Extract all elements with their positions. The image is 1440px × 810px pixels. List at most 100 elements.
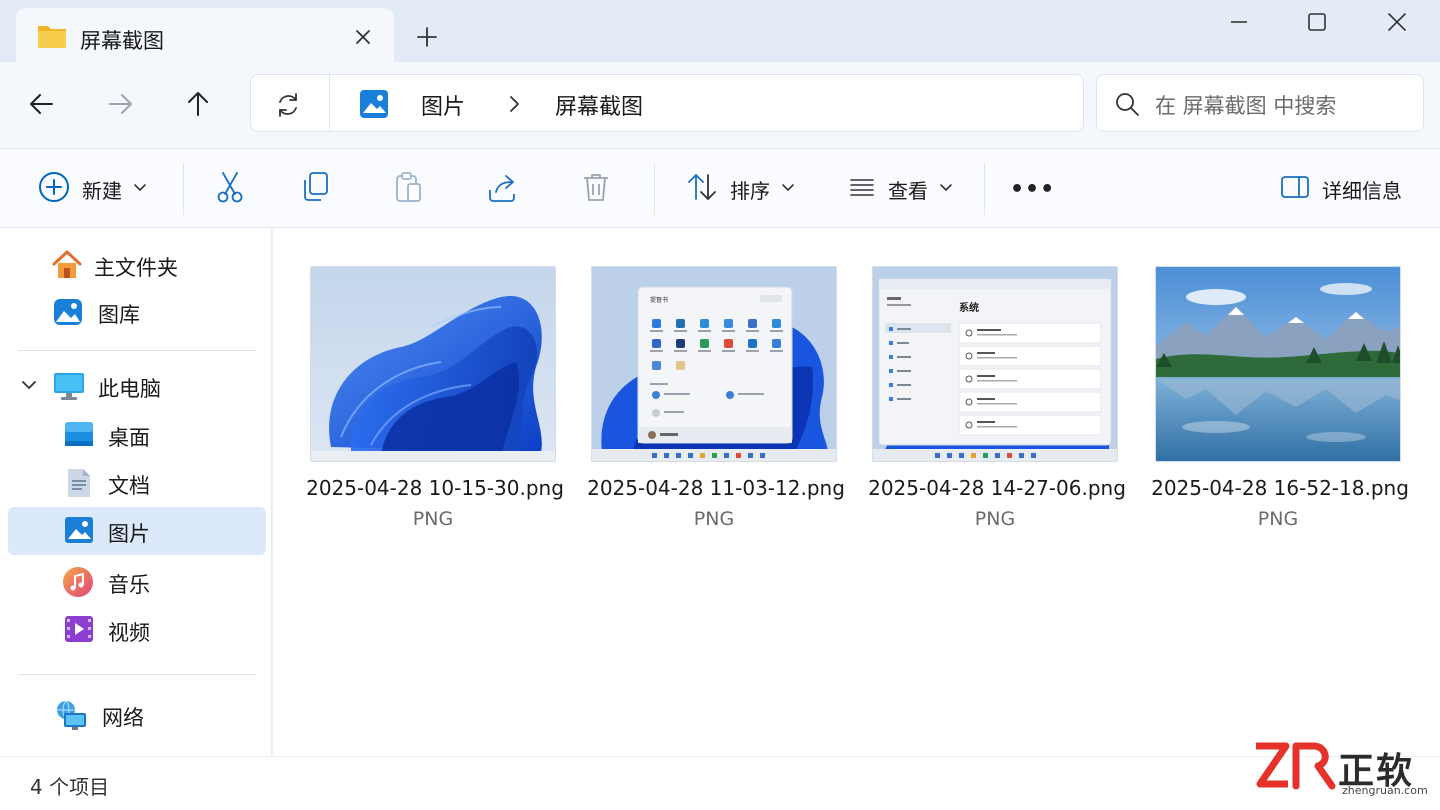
- details-label: 详细信息: [1322, 178, 1402, 203]
- item-count: 4 个项目: [30, 775, 110, 799]
- new-tab-button[interactable]: [410, 20, 444, 54]
- new-label: 新建: [82, 178, 122, 203]
- minimize-button[interactable]: [1204, 8, 1274, 42]
- sidebar-item-label: 桌面: [108, 426, 150, 450]
- breadcrumb-pictures[interactable]: 图片: [421, 89, 465, 121]
- sidebar-divider: [18, 674, 256, 675]
- sidebar-item-home[interactable]: 主文件夹: [8, 241, 266, 289]
- watermark-logo: 正软 zhengruan.com: [1252, 740, 1432, 804]
- new-button[interactable]: 新建: [38, 169, 148, 209]
- forward-button[interactable]: [98, 84, 142, 124]
- sidebar-divider: [18, 350, 256, 351]
- sidebar-item-label: 此电脑: [98, 377, 161, 401]
- cut-button[interactable]: [214, 169, 246, 209]
- delete-button[interactable]: [580, 169, 612, 209]
- file-name: 2025-04-28 11-03-12.png: [587, 476, 845, 500]
- chevron-down-icon: [780, 179, 796, 199]
- sidebar-item-network[interactable]: 网络: [8, 691, 266, 739]
- chevron-right-icon[interactable]: [503, 91, 525, 117]
- chevron-down-icon: [938, 179, 954, 199]
- network-icon: [52, 699, 88, 737]
- search-input[interactable]: 在 屏幕截图 中搜索: [1096, 74, 1424, 132]
- start-menu-user: 提督书: [650, 296, 668, 304]
- sidebar-item-gallery[interactable]: 图库: [8, 288, 266, 336]
- more-options-button[interactable]: •••: [1010, 169, 1055, 209]
- file-name: 2025-04-28 14-27-06.png: [868, 476, 1126, 500]
- add-circle-icon: [38, 171, 70, 207]
- file-thumbnail: [310, 266, 556, 462]
- trash-icon: [580, 170, 612, 208]
- sidebar-item-label: 文档: [108, 474, 150, 498]
- close-window-button[interactable]: [1362, 8, 1432, 42]
- music-icon: [62, 566, 94, 602]
- file-type: PNG: [693, 508, 735, 530]
- watermark-url: zhengruan.com: [1342, 784, 1428, 797]
- tab-title: 屏幕截图: [80, 29, 164, 53]
- file-type: PNG: [974, 508, 1016, 530]
- sidebar-item-desktop[interactable]: 桌面: [8, 411, 266, 459]
- videos-icon: [64, 614, 94, 648]
- file-list: 2025-04-28 10-15-30.png PNG 提督书 2025-04-…: [273, 228, 1440, 756]
- sort-button[interactable]: 排序: [686, 169, 796, 209]
- maximize-button[interactable]: [1282, 8, 1352, 42]
- sidebar-item-pictures[interactable]: 图片: [8, 507, 266, 555]
- sort-arrows-icon: [686, 171, 718, 207]
- navigation-row: 图片 屏幕截图 在 屏幕截图 中搜索: [0, 62, 1440, 148]
- settings-title: 系统: [959, 301, 979, 314]
- sidebar-item-label: 主文件夹: [94, 256, 178, 280]
- toolbar-divider: [984, 163, 985, 215]
- home-icon: [50, 249, 84, 285]
- share-button[interactable]: [486, 169, 520, 209]
- sidebar-item-label: 视频: [108, 621, 150, 645]
- sort-label: 排序: [730, 178, 770, 203]
- paste-icon: [392, 170, 424, 208]
- file-thumbnail: 系统: [872, 266, 1118, 462]
- status-bar: 4 个项目: [0, 756, 1440, 810]
- address-bar[interactable]: 图片 屏幕截图: [250, 74, 1084, 132]
- sidebar-item-this-pc[interactable]: 此电脑: [8, 362, 266, 410]
- toolbar-divider: [654, 163, 655, 215]
- this-pc-icon: [52, 370, 86, 406]
- file-type: PNG: [1257, 508, 1299, 530]
- sidebar-item-label: 图库: [98, 303, 140, 327]
- sidebar-item-music[interactable]: 音乐: [8, 558, 266, 606]
- copy-icon: [300, 170, 332, 208]
- zr-logo-icon: [1256, 742, 1336, 790]
- file-name: 2025-04-28 10-15-30.png: [306, 476, 564, 500]
- details-pane-icon: [1280, 174, 1310, 204]
- refresh-icon[interactable]: [271, 88, 305, 122]
- sidebar-item-label: 音乐: [108, 573, 150, 597]
- back-button[interactable]: [20, 84, 64, 124]
- up-button[interactable]: [176, 84, 220, 124]
- more-icon: •••: [1010, 176, 1056, 202]
- sidebar-item-videos[interactable]: 视频: [8, 606, 266, 654]
- file-name: 2025-04-28 16-52-18.png: [1151, 476, 1409, 500]
- pictures-icon: [64, 515, 94, 549]
- sidebar-item-label: 图片: [108, 522, 150, 546]
- gallery-icon: [52, 296, 84, 332]
- address-divider: [329, 75, 330, 131]
- copy-button[interactable]: [300, 169, 332, 209]
- sidebar-item-label: 网络: [102, 706, 144, 730]
- file-explorer-window: 屏幕截图 图片 屏幕截图 在 屏幕截图 中搜索 新建 排序 查看 ••• 详细信…: [0, 0, 1440, 810]
- search-icon: [1113, 90, 1141, 122]
- paste-button[interactable]: [392, 169, 424, 209]
- documents-icon: [66, 467, 92, 503]
- folder-icon: [36, 22, 68, 54]
- tab-screenshots[interactable]: 屏幕截图: [16, 8, 394, 70]
- scissors-icon: [214, 170, 246, 208]
- sidebar-item-documents[interactable]: 文档: [8, 459, 266, 507]
- pictures-icon: [359, 89, 389, 123]
- file-thumbnail: 提督书: [591, 266, 837, 462]
- details-pane-button[interactable]: 详细信息: [1280, 169, 1402, 209]
- view-button[interactable]: 查看: [848, 169, 954, 209]
- file-thumbnail: [1155, 266, 1401, 462]
- desktop-icon: [64, 419, 94, 453]
- close-tab-icon[interactable]: [348, 22, 378, 52]
- search-placeholder: 在 屏幕截图 中搜索: [1155, 94, 1337, 118]
- view-label: 查看: [888, 178, 928, 203]
- breadcrumb-screenshots[interactable]: 屏幕截图: [555, 89, 643, 121]
- chevron-down-icon[interactable]: [18, 374, 40, 400]
- navigation-pane: 主文件夹 图库 此电脑 桌面 文档 图片 音乐 视频 网络: [0, 228, 272, 756]
- file-type: PNG: [412, 508, 454, 530]
